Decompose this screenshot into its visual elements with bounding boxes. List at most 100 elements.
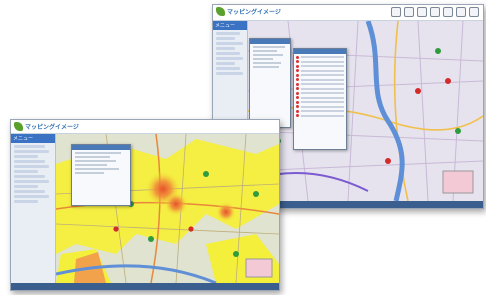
layers-icon[interactable]: [443, 7, 453, 17]
list-item-label: [301, 83, 344, 85]
panel-row: [75, 152, 122, 154]
ruler-icon[interactable]: [430, 7, 440, 17]
list-item-label: [301, 65, 344, 67]
list-item-label: [301, 114, 344, 117]
list-item[interactable]: [296, 105, 344, 108]
info-panel[interactable]: [71, 144, 131, 206]
marker-icon: [296, 87, 299, 90]
zoom-out-icon[interactable]: [417, 7, 427, 17]
marker-icon: [296, 82, 299, 86]
marker-icon: [296, 96, 299, 99]
map-pin-logo-icon: [14, 122, 23, 131]
sidebar-header: メニュー: [213, 21, 247, 30]
list-item-label: [301, 69, 344, 72]
list-item-label: [301, 105, 344, 108]
marker-icon: [296, 109, 299, 113]
list-item-label: [301, 74, 344, 76]
list-item[interactable]: [296, 82, 344, 86]
list-item-label: [301, 78, 344, 81]
panel-titlebar: [72, 145, 130, 150]
sidebar-item[interactable]: [14, 185, 39, 188]
sidebar-item[interactable]: [216, 72, 244, 75]
sidebar-item[interactable]: [216, 47, 235, 50]
panel-row: [253, 50, 277, 52]
list-item[interactable]: [296, 78, 344, 81]
panel-row: [75, 160, 116, 162]
app-header: マッピングイメージ: [213, 5, 483, 21]
panel-row: [253, 62, 281, 64]
sidebar-item[interactable]: [14, 175, 45, 178]
sidebar-item[interactable]: [14, 180, 50, 183]
help-icon[interactable]: [456, 7, 466, 17]
sidebar-item[interactable]: [14, 150, 50, 153]
sidebar-item[interactable]: [216, 42, 244, 45]
panel-row: [253, 66, 279, 68]
list-item[interactable]: [296, 55, 344, 59]
list-item[interactable]: [296, 73, 344, 77]
sidebar-item[interactable]: [14, 170, 39, 173]
sidebar-item[interactable]: [14, 200, 39, 203]
marker-icon: [296, 73, 299, 77]
info-panel[interactable]: [249, 38, 291, 128]
sidebar-item[interactable]: [14, 195, 50, 198]
sidebar-item[interactable]: [14, 145, 45, 148]
list-item-label: [301, 96, 344, 99]
status-bar: [11, 283, 279, 290]
sidebar-item[interactable]: [216, 62, 235, 65]
app-header: マッピングイメージ: [11, 120, 279, 134]
sidebar-item[interactable]: [216, 52, 240, 55]
list-item[interactable]: [296, 69, 344, 72]
app-logo: マッピングイメージ: [14, 122, 79, 131]
panel-row: [253, 46, 285, 48]
sidebar: メニュー: [11, 134, 56, 290]
marker-icon: [296, 69, 299, 72]
panel-row: [253, 54, 283, 56]
list-item-label: [301, 92, 344, 94]
list-item[interactable]: [296, 114, 344, 117]
panel-row: [75, 168, 119, 170]
zoom-in-icon[interactable]: [404, 7, 414, 17]
list-item[interactable]: [296, 91, 344, 95]
list-item[interactable]: [296, 96, 344, 99]
list-item-label: [301, 110, 344, 112]
sidebar-item[interactable]: [216, 32, 240, 35]
sidebar-item[interactable]: [14, 160, 45, 163]
list-item-label: [301, 101, 344, 103]
map-pin-logo-icon: [216, 7, 225, 16]
toolbar: [391, 7, 479, 17]
panel-row: [253, 58, 273, 60]
marker-icon: [296, 78, 299, 81]
front-screenshot: マッピングイメージ メニュー: [10, 119, 280, 291]
app-logo: マッピングイメージ: [216, 7, 281, 16]
panel-titlebar: [250, 39, 290, 44]
marker-icon: [296, 105, 299, 108]
print-icon[interactable]: [391, 7, 401, 17]
sidebar-item[interactable]: [216, 57, 244, 60]
marker-icon: [296, 60, 299, 63]
list-item-label: [301, 56, 344, 58]
marker-icon: [296, 55, 299, 59]
list-item[interactable]: [296, 64, 344, 68]
marker-icon: [296, 64, 299, 68]
panel-titlebar: [294, 49, 346, 54]
list-item-label: [301, 60, 344, 63]
list-item[interactable]: [296, 109, 344, 113]
marker-icon: [296, 114, 299, 117]
panel-row: [75, 164, 107, 166]
list-item-label: [301, 87, 344, 90]
list-item[interactable]: [296, 87, 344, 90]
sidebar-item[interactable]: [14, 190, 45, 193]
panel-row: [75, 156, 110, 158]
logo-text: マッピングイメージ: [25, 124, 79, 131]
close-icon[interactable]: [469, 7, 479, 17]
list-item[interactable]: [296, 100, 344, 104]
sidebar-item[interactable]: [14, 155, 39, 158]
sidebar-item[interactable]: [14, 165, 50, 168]
sidebar-item[interactable]: [216, 67, 240, 70]
list-item[interactable]: [296, 60, 344, 63]
marker-icon: [296, 100, 299, 104]
sidebar-header: メニュー: [11, 134, 55, 143]
logo-text: マッピングイメージ: [227, 9, 281, 16]
sidebar-item[interactable]: [216, 37, 235, 40]
list-panel[interactable]: [293, 48, 347, 150]
